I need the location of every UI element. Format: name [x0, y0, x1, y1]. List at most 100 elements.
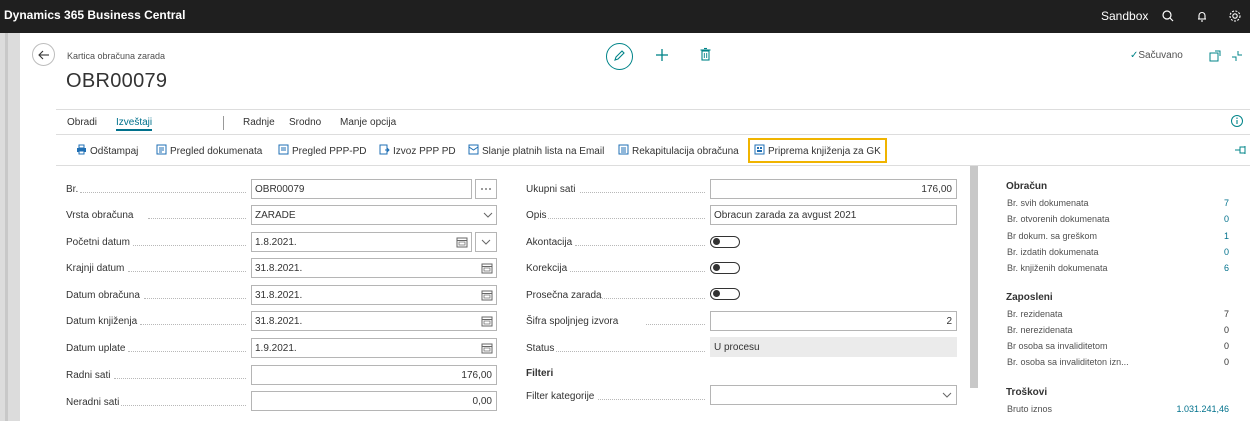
datum-uplate-field[interactable]: 1.9.2021. [251, 338, 497, 358]
report-icon [278, 144, 289, 155]
leader-dots [598, 399, 705, 400]
tab-obradi[interactable]: Obradi [67, 117, 97, 128]
action-label: Izvoz PPP PD [393, 146, 456, 157]
search-icon[interactable] [1160, 8, 1176, 24]
factbox-value: 0 [1223, 357, 1229, 367]
app-title[interactable]: Dynamics 365 Business Central [4, 8, 185, 22]
br-field[interactable]: OBR00079 [251, 179, 472, 199]
saved-status-label: Sačuvano [1138, 50, 1183, 61]
calendar-icon[interactable] [481, 342, 493, 354]
neradni-sati-field[interactable]: 0,00 [251, 391, 497, 411]
delete-button[interactable] [699, 47, 712, 62]
environment-name[interactable]: Sandbox [1101, 9, 1148, 23]
report-icon [754, 144, 765, 155]
export-icon [379, 144, 390, 155]
status-field: U procesu [710, 337, 957, 357]
field-label-datum-uplate: Datum uplate [66, 343, 126, 354]
filter-kategorije-select[interactable] [710, 385, 957, 405]
gear-icon[interactable] [1227, 8, 1243, 24]
action-tabs: Obradi Izveštaji Radnje Srodno Manje opc… [56, 109, 1250, 135]
top-bar: Dynamics 365 Business Central Sandbox [0, 0, 1250, 33]
opis-field[interactable]: Obracun zarada za avgust 2021 [710, 205, 957, 225]
action-izvoz-ppp-pd[interactable]: Izvoz PPP PD [379, 144, 456, 157]
action-slanje-platnih-lista[interactable]: Slanje platnih lista na Email [468, 144, 604, 157]
email-report-icon [468, 144, 479, 155]
calendar-icon[interactable] [481, 262, 493, 274]
krajnji-datum-field[interactable]: 31.8.2021. [251, 258, 497, 278]
prosecna-zarada-toggle[interactable] [710, 288, 740, 300]
leader-dots [144, 298, 246, 299]
field-label-akontacija: Akontacija [526, 237, 573, 248]
form-scrollbar-thumb[interactable] [970, 166, 978, 388]
akontacija-toggle[interactable] [710, 236, 740, 248]
leader-dots [570, 271, 705, 272]
pencil-icon [614, 50, 625, 61]
action-label: Priprema knjiženja za GK [768, 146, 881, 157]
tab-izvestaji[interactable]: Izveštaji [116, 117, 153, 131]
factbox-label: Br dokum. sa greškom [1007, 231, 1098, 241]
factbox-value[interactable]: 6 [1224, 263, 1229, 273]
action-priprema-knjizenja[interactable]: Priprema knjiženja za GK [748, 138, 887, 163]
br-lookup-button[interactable] [475, 179, 497, 199]
field-label-datum-knjizenja: Datum knjiženja [66, 316, 138, 327]
pocetni-datum-field[interactable]: 1.8.2021. [251, 232, 472, 252]
info-icon[interactable] [1230, 114, 1244, 128]
factbox-value[interactable]: 1.031.241,46 [1176, 404, 1229, 414]
collapse-icon[interactable] [1231, 50, 1243, 62]
action-label: Odštampaj [90, 146, 139, 157]
field-label-pocetni-datum: Početni datum [66, 237, 130, 248]
pocetni-datum-dropdown[interactable] [475, 232, 497, 252]
leader-dots [600, 298, 705, 299]
radni-sati-field[interactable]: 176,00 [251, 365, 497, 385]
ukupni-sati-field[interactable]: 176,00 [710, 179, 957, 199]
leader-dots [128, 271, 246, 272]
leader-dots [548, 218, 705, 219]
action-label: Pregled PPP-PD [292, 146, 367, 157]
tab-manje-opcija[interactable]: Manje opcija [340, 117, 396, 128]
factbox-heading-obracun: Obračun [1006, 181, 1048, 192]
tab-radnje[interactable]: Radnje [243, 117, 275, 128]
factbox-value[interactable]: 1 [1224, 231, 1229, 241]
field-label-korekcija: Korekcija [526, 263, 568, 274]
edit-button[interactable] [606, 43, 633, 70]
tab-srodno[interactable]: Srodno [289, 117, 321, 128]
field-label-status: Status [526, 343, 555, 354]
ellipsis-icon [481, 188, 491, 190]
leader-dots [80, 192, 246, 193]
factbox-value[interactable]: 0 [1224, 214, 1229, 224]
vrsta-obracuna-select[interactable]: ZARADE [251, 205, 497, 225]
new-button[interactable] [654, 47, 670, 63]
sifra-spoljnjeg-izvora-field[interactable]: 2 [710, 311, 957, 331]
leader-dots [575, 245, 705, 246]
leader-dots [128, 351, 246, 352]
left-strip [0, 33, 20, 421]
chevron-down-icon [942, 392, 952, 398]
action-odstampaj[interactable]: Odštampaj [76, 144, 138, 157]
leader-dots [121, 405, 246, 406]
calendar-icon[interactable] [456, 236, 468, 248]
field-label-ukupni-sati: Ukupni sati [526, 184, 576, 195]
action-pregled-dokumenata[interactable]: Pregled dokumenata [156, 144, 262, 157]
factbox-value[interactable]: 0 [1224, 247, 1229, 257]
field-label-opis: Opis [526, 210, 547, 221]
factbox-value[interactable]: 7 [1224, 198, 1229, 208]
factbox-label: Br. knjiženih dokumenata [1007, 263, 1108, 273]
action-label: Slanje platnih lista na Email [482, 146, 605, 157]
leader-dots [140, 324, 246, 325]
calendar-icon[interactable] [481, 289, 493, 301]
action-pregled-ppp-pd[interactable]: Pregled PPP-PD [278, 144, 366, 157]
pin-icon[interactable] [1234, 144, 1248, 156]
tab-divider [223, 116, 224, 130]
back-button[interactable] [32, 43, 55, 66]
calendar-icon[interactable] [481, 315, 493, 327]
korekcija-toggle[interactable] [710, 262, 740, 274]
factbox-heading-zaposleni: Zaposleni [1006, 292, 1053, 303]
bell-icon[interactable] [1194, 8, 1210, 24]
datum-obracuna-field[interactable]: 31.8.2021. [251, 285, 497, 305]
leader-dots [646, 324, 705, 325]
action-rekapitulacija-obracuna[interactable]: Rekapitulacija obračuna [618, 144, 739, 157]
open-new-window-icon[interactable] [1209, 50, 1221, 62]
factbox-label: Bruto iznos [1007, 404, 1053, 414]
datum-knjizenja-field[interactable]: 31.8.2021. [251, 311, 497, 331]
leader-dots [133, 245, 246, 246]
